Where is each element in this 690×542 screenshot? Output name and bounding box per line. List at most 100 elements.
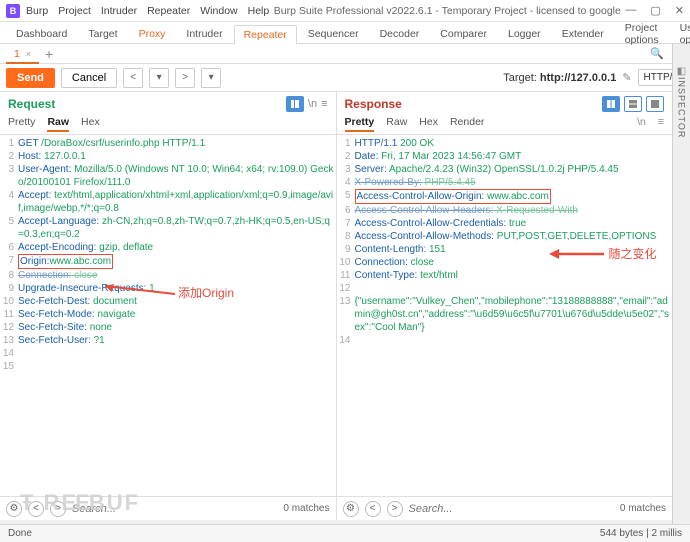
editor-line[interactable]: 6Access-Control-Allow-Headers: X-Request… xyxy=(337,204,671,217)
editor-line[interactable]: 13Sec-Fetch-User: ?1 xyxy=(0,334,334,347)
editor-line[interactable]: 10Connection: close xyxy=(337,256,671,269)
tab-sequencer[interactable]: Sequencer xyxy=(298,24,369,43)
response-editor[interactable]: 1HTTP/1.1 200 OK2Date: Fri, 17 Mar 2023 … xyxy=(337,135,673,496)
menu-help[interactable]: Help xyxy=(248,5,270,17)
tab-logger[interactable]: Logger xyxy=(498,24,551,43)
editor-line[interactable]: 11Sec-Fetch-Mode: navigate xyxy=(0,308,334,321)
repeater-subtab-1[interactable]: 1 × xyxy=(6,46,39,62)
response-search-input[interactable] xyxy=(409,503,614,515)
watermark: Ŧ REEBUF xyxy=(20,490,140,516)
search-settings-icon[interactable]: ⚙ xyxy=(343,501,359,517)
response-title: Response xyxy=(345,97,402,111)
tab-comparer[interactable]: Comparer xyxy=(430,24,497,43)
menu-burp[interactable]: Burp xyxy=(26,5,48,17)
tab-project-options[interactable]: Project options xyxy=(615,18,669,49)
wordwrap-icon[interactable]: \n xyxy=(637,114,646,132)
editor-line[interactable]: 9Content-Length: 151 xyxy=(337,243,671,256)
request-tab-raw[interactable]: Raw xyxy=(47,114,69,132)
wordwrap-icon[interactable]: \n xyxy=(308,98,317,110)
search-next-icon[interactable]: > xyxy=(387,501,403,517)
history-back-menu[interactable]: ▾ xyxy=(149,68,169,88)
editor-line[interactable]: 3User-Agent: Mozilla/5.0 (Windows NT 10.… xyxy=(0,163,334,189)
editor-line[interactable]: 11Content-Type: text/html xyxy=(337,269,671,282)
request-tab-pretty[interactable]: Pretty xyxy=(8,114,35,132)
close-icon[interactable]: ✕ xyxy=(675,4,684,17)
request-match-count: 0 matches xyxy=(283,503,329,514)
search-prev-icon[interactable]: < xyxy=(365,501,381,517)
search-icon[interactable]: 🔍 xyxy=(650,47,664,60)
editor-line[interactable]: 5Access-Control-Allow-Origin: www.abc.co… xyxy=(337,189,671,204)
editor-line[interactable]: 2Date: Fri, 17 Mar 2023 14:56:47 GMT xyxy=(337,150,671,163)
editor-line[interactable]: 1GET /DoraBox/csrf/userinfo.php HTTP/1.1 xyxy=(0,137,334,150)
layout-row-icon[interactable] xyxy=(624,96,642,112)
send-button[interactable]: Send xyxy=(6,68,55,88)
request-view-tabs: Pretty Raw Hex xyxy=(0,112,336,135)
tab-decoder[interactable]: Decoder xyxy=(370,24,430,43)
request-tab-hex[interactable]: Hex xyxy=(81,114,100,132)
repeater-subtab-bar: 1 × + 🔍 ⚙ xyxy=(0,44,690,64)
cancel-button[interactable]: Cancel xyxy=(61,68,117,88)
editor-line[interactable]: 13{"username":"Vulkey_Chen","mobilephone… xyxy=(337,295,671,334)
editor-line[interactable]: 12 xyxy=(337,282,671,295)
window-title: Burp Suite Professional v2022.6.1 - Temp… xyxy=(269,5,625,17)
editor-line[interactable]: 7Origin:www.abc.com xyxy=(0,254,334,269)
tab-repeater[interactable]: Repeater xyxy=(234,25,297,44)
response-pane: Response Pretty Raw Hex Render \n ≡ 1HTT… xyxy=(337,92,690,520)
editor-panes: Request \n ≡ Pretty Raw Hex 1GET /DoraBo… xyxy=(0,92,690,520)
status-bar: Done 544 bytes | 2 millis xyxy=(0,524,690,542)
tab-dashboard[interactable]: Dashboard xyxy=(6,24,77,43)
response-match-count: 0 matches xyxy=(620,503,666,514)
editor-line[interactable]: 9Upgrade-Insecure-Requests: 1 xyxy=(0,282,334,295)
editor-line[interactable]: 4Accept: text/html,application/xhtml+xml… xyxy=(0,189,334,215)
layout-single-icon[interactable] xyxy=(646,96,664,112)
layout-col-icon[interactable] xyxy=(602,96,620,112)
status-left: Done xyxy=(8,528,32,539)
status-right: 544 bytes | 2 millis xyxy=(600,528,682,539)
maximize-icon[interactable]: ▢ xyxy=(650,4,660,17)
editor-line[interactable]: 2Host: 127.0.0.1 xyxy=(0,150,334,163)
editor-line[interactable]: 1HTTP/1.1 200 OK xyxy=(337,137,671,150)
inspector-toggle-icon[interactable]: ◧ xyxy=(677,66,686,77)
editor-line[interactable]: 15 xyxy=(0,360,334,373)
menu-project[interactable]: Project xyxy=(58,5,91,17)
add-subtab-button[interactable]: + xyxy=(39,46,59,62)
editor-line[interactable]: 6Accept-Encoding: gzip, deflate xyxy=(0,241,334,254)
editor-line[interactable]: 14 xyxy=(337,334,671,347)
edit-target-icon[interactable]: ✎ xyxy=(622,71,631,84)
more-icon[interactable]: ≡ xyxy=(321,98,327,110)
tab-intruder[interactable]: Intruder xyxy=(176,24,232,43)
tab-extender[interactable]: Extender xyxy=(552,24,614,43)
menu-repeater[interactable]: Repeater xyxy=(147,5,190,17)
menu-window[interactable]: Window xyxy=(200,5,237,17)
tab-proxy[interactable]: Proxy xyxy=(129,24,176,43)
main-tab-bar: Dashboard Target Proxy Intruder Repeater… xyxy=(0,22,690,44)
editor-line[interactable]: 7Access-Control-Allow-Credentials: true xyxy=(337,217,671,230)
menu-bar: Burp Project Intruder Repeater Window He… xyxy=(26,5,269,17)
history-fwd-menu[interactable]: ▾ xyxy=(201,68,221,88)
more-icon[interactable]: ≡ xyxy=(658,114,664,132)
editor-line[interactable]: 10Sec-Fetch-Dest: document xyxy=(0,295,334,308)
editor-line[interactable]: 4X-Powered-By: PHP/5.4.45 xyxy=(337,176,671,189)
inspector-panel[interactable]: ◧ INSPECTOR xyxy=(672,44,690,524)
editor-line[interactable]: 5Accept-Language: zh-CN,zh;q=0.8,zh-TW;q… xyxy=(0,215,334,241)
editor-line[interactable]: 8Connection: close xyxy=(0,269,334,282)
request-pane: Request \n ≡ Pretty Raw Hex 1GET /DoraBo… xyxy=(0,92,337,520)
editor-line[interactable]: 12Sec-Fetch-Site: none xyxy=(0,321,334,334)
menu-intruder[interactable]: Intruder xyxy=(101,5,137,17)
titlebar: B Burp Project Intruder Repeater Window … xyxy=(0,0,690,22)
editor-line[interactable]: 14 xyxy=(0,347,334,360)
tab-target[interactable]: Target xyxy=(78,24,127,43)
response-tab-hex[interactable]: Hex xyxy=(419,114,438,132)
response-tab-raw[interactable]: Raw xyxy=(386,114,407,132)
minimize-icon[interactable]: — xyxy=(625,4,636,17)
editor-line[interactable]: 8Access-Control-Allow-Methods: PUT,POST,… xyxy=(337,230,671,243)
response-tab-pretty[interactable]: Pretty xyxy=(345,114,375,132)
history-fwd-button[interactable]: > xyxy=(175,68,195,88)
request-editor[interactable]: 1GET /DoraBox/csrf/userinfo.php HTTP/1.1… xyxy=(0,135,336,496)
history-back-button[interactable]: < xyxy=(123,68,143,88)
editor-line[interactable]: 3Server: Apache/2.4.23 (Win32) OpenSSL/1… xyxy=(337,163,671,176)
close-subtab-icon[interactable]: × xyxy=(26,49,31,59)
response-tab-render[interactable]: Render xyxy=(450,114,484,132)
layout-toggle-icon[interactable] xyxy=(286,96,304,112)
window-controls: — ▢ ✕ xyxy=(625,4,684,17)
